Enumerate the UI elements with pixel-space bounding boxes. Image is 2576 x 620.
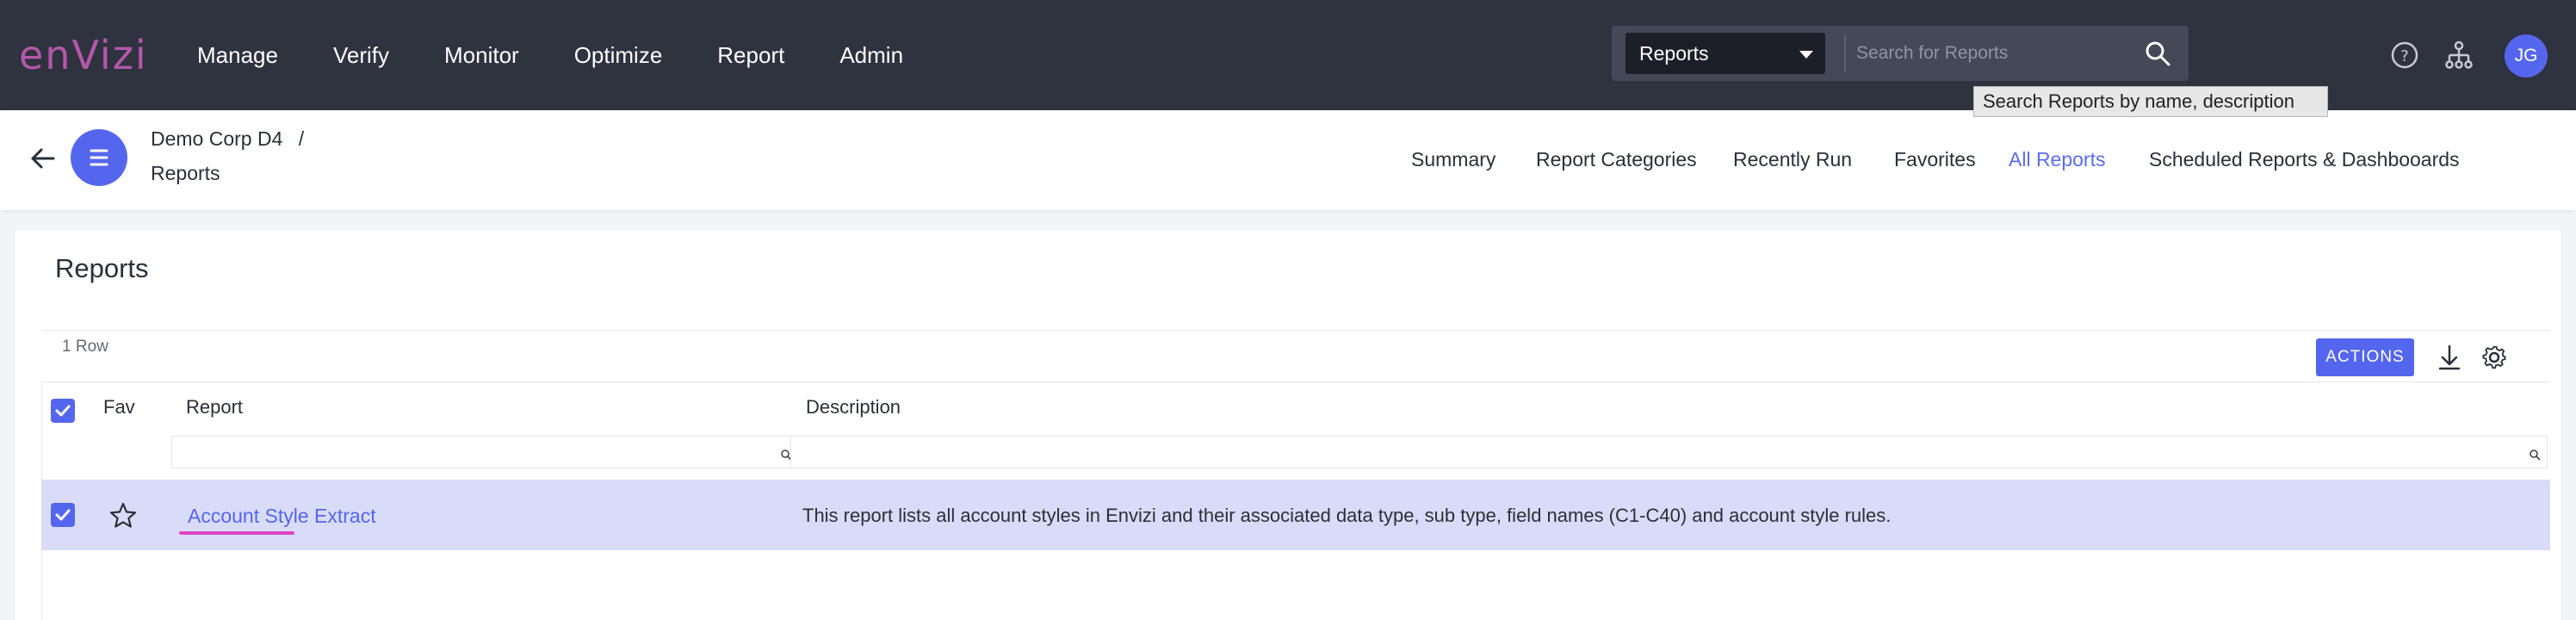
- reports-card: Reports 1 Row ACTIONS Fav Report Descrip…: [15, 231, 2561, 620]
- nav-item-verify[interactable]: Verify: [333, 0, 389, 110]
- tab-recently-run[interactable]: Recently Run: [1733, 148, 1852, 171]
- search-scope-value: Reports: [1639, 42, 1709, 65]
- search-icon[interactable]: [2144, 40, 2171, 67]
- breadcrumb-parent[interactable]: Demo Corp D4: [151, 127, 282, 150]
- row-checkbox[interactable]: [51, 503, 75, 527]
- row-count: 1 Row: [62, 338, 108, 356]
- checkmark-icon: [55, 405, 71, 417]
- download-icon[interactable]: [2430, 338, 2469, 377]
- report-filter-input[interactable]: [171, 436, 798, 468]
- search-scope-select[interactable]: Reports: [1625, 33, 1825, 74]
- description-filter-input[interactable]: [790, 436, 2548, 468]
- tab-summary[interactable]: Summary: [1411, 148, 1495, 171]
- gear-icon[interactable]: [2474, 338, 2514, 377]
- help-icon[interactable]: ?: [2387, 38, 2422, 72]
- search-input[interactable]: [1849, 33, 2108, 74]
- report-description: This report lists all account styles in …: [802, 505, 1892, 526]
- column-header-report[interactable]: Report: [186, 396, 243, 418]
- search-divider: [1844, 34, 1846, 72]
- nav-item-monitor[interactable]: Monitor: [444, 0, 519, 110]
- column-header-fav[interactable]: Fav: [103, 396, 135, 418]
- actions-button[interactable]: ACTIONS: [2316, 338, 2414, 376]
- user-avatar[interactable]: JG: [2505, 34, 2548, 78]
- link-highlight-marker: [179, 531, 294, 535]
- main-nav: Manage Verify Monitor Optimize Report Ad…: [197, 0, 958, 110]
- filter-search-icon: [2530, 450, 2541, 461]
- breadcrumb: Demo Corp D4 /: [151, 127, 304, 151]
- breadcrumb-separator: /: [298, 127, 305, 150]
- report-link[interactable]: Account Style Extract: [188, 505, 376, 528]
- nav-item-optimize[interactable]: Optimize: [574, 0, 663, 110]
- select-all-checkbox[interactable]: [51, 399, 75, 423]
- org-hierarchy-icon[interactable]: [2442, 38, 2476, 72]
- column-header-description[interactable]: Description: [806, 396, 901, 418]
- tab-favorites[interactable]: Favorites: [1894, 148, 1976, 171]
- caret-down-icon: [1799, 51, 1813, 59]
- search-tooltip: Search Reports by name, description: [1973, 86, 2328, 117]
- tab-scheduled-reports[interactable]: Scheduled Reports & Dashbooards: [2149, 148, 2460, 171]
- grid-top-divider: [41, 330, 2550, 331]
- nav-item-admin[interactable]: Admin: [839, 0, 903, 110]
- checkmark-icon: [55, 509, 71, 521]
- global-search: Reports: [1612, 26, 2189, 81]
- envizi-logo[interactable]: enVizi: [19, 29, 148, 81]
- nav-item-report[interactable]: Report: [717, 0, 784, 110]
- svg-text:?: ?: [2400, 47, 2409, 65]
- tab-report-categories[interactable]: Report Categories: [1536, 148, 1697, 171]
- report-tabs: Summary Report Categories Recently Run F…: [0, 148, 2576, 183]
- grid-header-divider: [41, 381, 2550, 382]
- page-title: Reports: [55, 253, 149, 283]
- favorite-star-icon[interactable]: [108, 501, 138, 530]
- nav-item-manage[interactable]: Manage: [197, 0, 278, 110]
- tab-all-reports[interactable]: All Reports: [2009, 148, 2105, 171]
- page-header: Demo Corp D4 / Reports Summary Report Ca…: [0, 110, 2576, 210]
